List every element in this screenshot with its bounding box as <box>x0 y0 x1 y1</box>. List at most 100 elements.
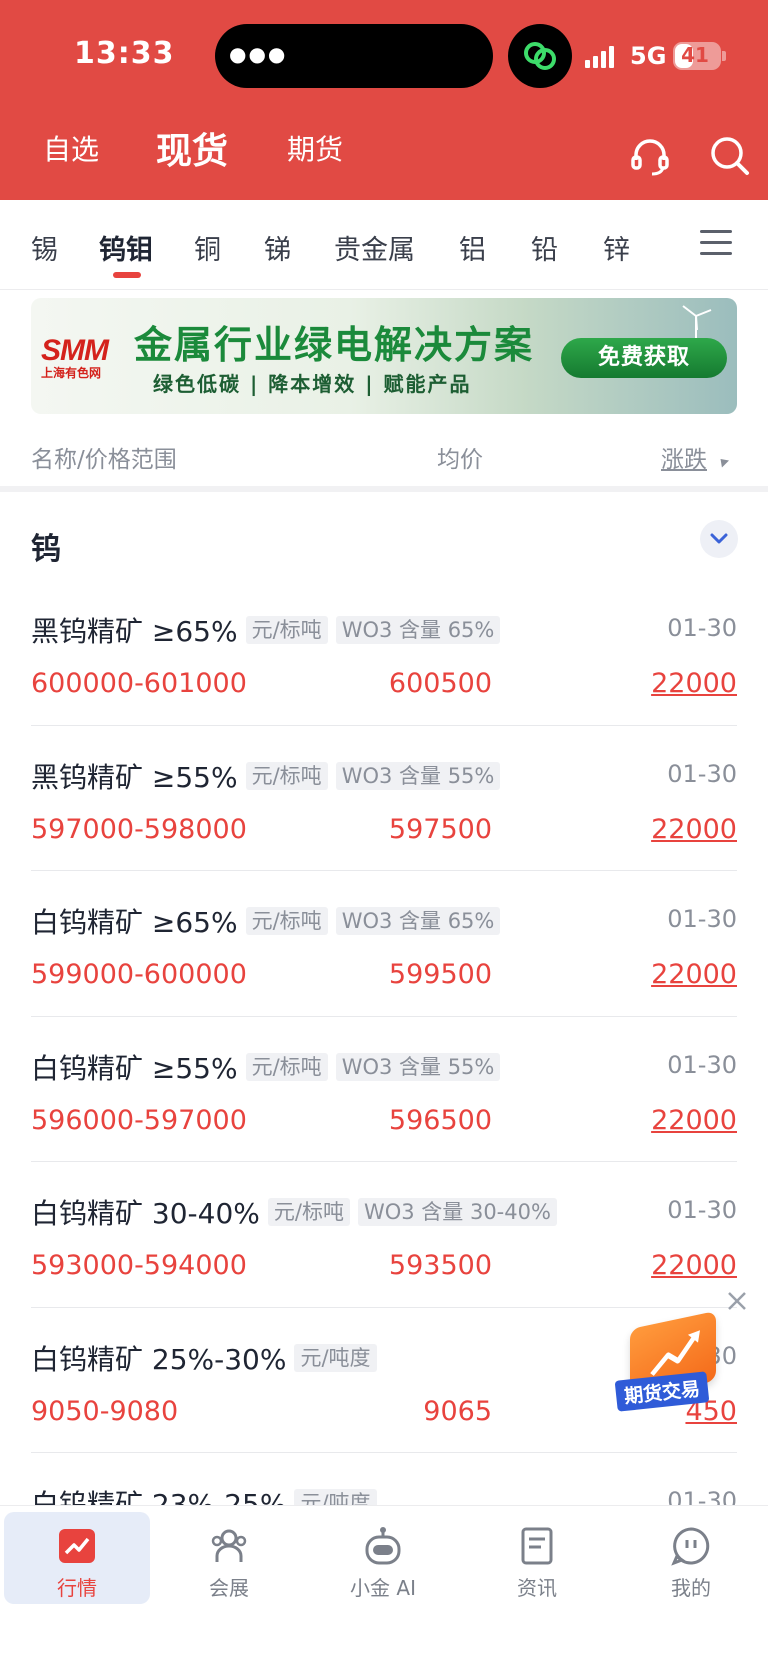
nav-item-exhibition[interactable]: 会展 <box>156 1512 302 1604</box>
price-row[interactable]: 白钨精矿 ≥65% 元/标吨 WO3 含量 65% 01-30 599000-60000… <box>31 871 737 1017</box>
profile-icon <box>671 1527 710 1566</box>
price-range: 597000-598000 <box>31 813 247 845</box>
price-date: 01-30 <box>667 905 737 933</box>
unit-tag: 元/标吨 <box>245 616 328 644</box>
nav-label-market: 行情 <box>57 1576 97 1600</box>
price-row[interactable]: 白钨精矿 ≥55% 元/标吨 WO3 含量 55% 01-30 596000-59700… <box>31 1017 737 1162</box>
more-dots-icon: ●●● <box>229 42 288 66</box>
battery-level: 41 <box>681 43 709 67</box>
signal-icon <box>585 44 614 68</box>
price-row[interactable]: 黑钨精矿 ≥65% 元/标吨 WO3 含量 65% 01-30 600000-60100… <box>31 580 737 726</box>
unit-tag: 元/标吨 <box>245 761 328 790</box>
app-header: 13:33 ●●● 5G 41 自选 现货 期货 <box>0 0 768 200</box>
tab-futures[interactable]: 期货 <box>287 128 343 168</box>
banner-title: 金属行业绿电解决方案 <box>134 323 535 367</box>
smm-logo-text: SMM <box>41 334 109 367</box>
active-tab-indicator <box>113 272 141 278</box>
unit-tag: 元/吨度 <box>294 1489 377 1505</box>
status-time: 13:33 <box>74 36 175 71</box>
average-price: 596500 <box>388 1104 492 1136</box>
nav-item-ai[interactable]: 小金 AI <box>310 1512 456 1604</box>
dynamic-island: ●●● <box>215 24 493 88</box>
price-change[interactable]: 22000 <box>651 1105 737 1136</box>
sort-icon[interactable] <box>716 455 730 468</box>
row-title-line: 白钨精矿 ≥55% 元/标吨 WO3 含量 55% <box>31 1049 501 1085</box>
average-price: 599500 <box>388 959 492 990</box>
price-row[interactable]: 白钨精矿 30-40% 元/标吨 WO3 含量 30-40% 01-30 593000-… <box>31 1162 737 1308</box>
price-change[interactable]: 22000 <box>651 1250 737 1281</box>
headset-icon-glyph <box>631 139 669 176</box>
metal-tab-zinc[interactable]: 锌 <box>603 228 630 267</box>
smm-logo: SMM 上海有色网 <box>41 334 121 381</box>
smm-logo-subtext: 上海有色网 <box>41 366 102 380</box>
link-app-icon-glyph <box>524 42 556 70</box>
people-icon <box>211 1529 247 1562</box>
tab-watchlist[interactable]: 自选 <box>43 128 99 168</box>
network-label: 5G <box>630 42 667 70</box>
futures-trading-label: 期货交易 <box>614 1371 710 1412</box>
battery-icon: 41 <box>673 42 721 70</box>
spec-tag: WO3 含量 55% <box>335 761 501 790</box>
price-row[interactable]: 白钨精矿 23%-25% 元/吨度 01-30 <box>31 1453 737 1505</box>
spec-tag: WO3 含量 55% <box>335 1052 501 1081</box>
product-name: 黑钨精矿 ≥55% <box>31 760 238 794</box>
metal-tab-antimony[interactable]: 锑 <box>264 228 291 267</box>
nav-item-market[interactable]: 行情 <box>4 1512 150 1604</box>
nav-label-news: 资讯 <box>517 1576 557 1600</box>
price-range: 593000-594000 <box>31 1250 247 1281</box>
link-app-icon[interactable] <box>508 24 572 88</box>
metal-tab-precious-metals[interactable]: 贵金属 <box>334 228 415 267</box>
metal-tab-lead[interactable]: 铅 <box>531 228 558 267</box>
spec-tag: WO3 含量 65% <box>335 616 501 644</box>
bottom-navigation: 行情 会展 小金 AI 资讯 我的 <box>0 1505 768 1669</box>
spec-tag: WO3 含量 65% <box>335 907 501 935</box>
price-date: 01-30 <box>667 614 737 642</box>
metal-tab-copper[interactable]: 铜 <box>194 228 221 267</box>
metal-category-bar: 锡 钨钼 铜 锑 贵金属 铝 铅 锌 <box>0 200 768 290</box>
banner-cta-button[interactable]: 免费获取 <box>561 338 727 378</box>
metal-tab-tin[interactable]: 锡 <box>31 228 58 267</box>
chevron-down-icon-glyph <box>710 533 728 544</box>
price-row[interactable]: 黑钨精矿 ≥55% 元/标吨 WO3 含量 55% 01-30 597000-59800… <box>31 726 737 871</box>
metal-tab-tungsten-molybdenum[interactable]: 钨钼 <box>99 228 153 267</box>
row-title-line: 白钨精矿 23%-25% 元/吨度 <box>31 1485 377 1505</box>
average-price: 593500 <box>388 1250 492 1281</box>
promo-banner[interactable]: SMM 上海有色网 金属行业绿电解决方案 绿色低碳 | 降本增效 | 赋能产品 … <box>31 298 737 414</box>
product-name: 白钨精矿 23%-25% <box>31 1488 287 1505</box>
headset-icon[interactable] <box>628 134 672 178</box>
average-price: 9065 <box>423 1395 492 1427</box>
tab-spot[interactable]: 现货 <box>156 122 228 174</box>
product-name: 黑钨精矿 ≥65% <box>31 615 238 648</box>
average-price: 597500 <box>388 813 492 845</box>
price-date: 01-30 <box>667 1196 737 1224</box>
price-change[interactable]: 22000 <box>651 668 737 699</box>
metal-tab-aluminum[interactable]: 铝 <box>459 228 486 267</box>
search-icon[interactable] <box>708 134 752 178</box>
nav-label-profile: 我的 <box>671 1576 711 1600</box>
unit-tag: 元/标吨 <box>245 1052 328 1081</box>
row-title-line: 黑钨精矿 ≥65% 元/标吨 WO3 含量 65% <box>31 612 501 648</box>
menu-icon[interactable] <box>700 230 732 260</box>
news-icon <box>521 1527 553 1565</box>
search-icon-glyph <box>711 137 749 175</box>
nav-item-profile[interactable]: 我的 <box>618 1512 764 1604</box>
nav-item-news[interactable]: 资讯 <box>464 1512 610 1604</box>
average-price: 600500 <box>388 668 492 699</box>
row-title-line: 黑钨精矿 ≥55% 元/标吨 WO3 含量 55% <box>31 758 501 794</box>
row-title-line: 白钨精矿 25%-30% 元/吨度 <box>31 1340 377 1376</box>
price-change[interactable]: 22000 <box>651 814 737 845</box>
column-average: 均价 <box>437 447 483 473</box>
close-icon[interactable] <box>726 1290 748 1312</box>
market-tabs: 自选 现货 期货 <box>0 128 520 184</box>
price-date: 01-30 <box>667 1050 737 1079</box>
chevron-down-icon[interactable] <box>700 520 738 558</box>
spec-tag: WO3 含量 30-40% <box>357 1198 557 1226</box>
price-range: 600000-601000 <box>31 668 247 699</box>
price-table-header: 名称/价格范围 均价 涨跌 <box>0 422 768 492</box>
unit-tag: 元/标吨 <box>267 1198 350 1226</box>
futures-trading-float-button[interactable]: 期货交易 <box>614 1310 726 1416</box>
column-change-sort[interactable]: 涨跌 <box>661 440 707 474</box>
price-change[interactable]: 22000 <box>651 959 737 990</box>
row-title-line: 白钨精矿 ≥65% 元/标吨 WO3 含量 65% <box>31 903 501 939</box>
unit-tag: 元/标吨 <box>245 907 328 935</box>
